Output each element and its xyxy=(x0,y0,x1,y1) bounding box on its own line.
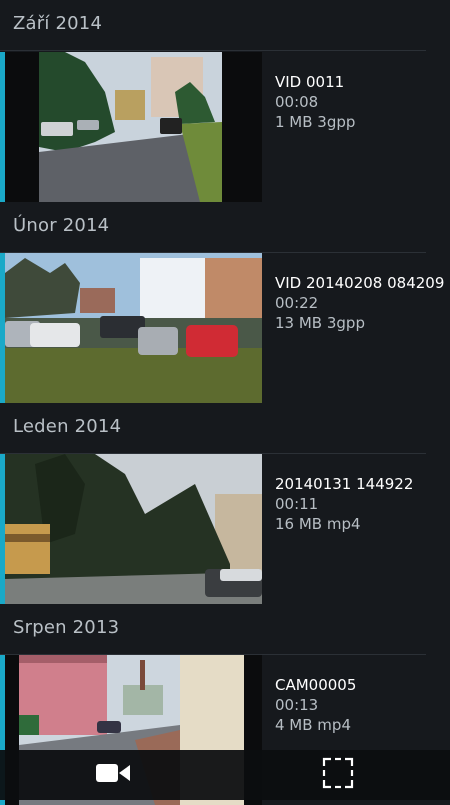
video-thumbnail xyxy=(5,52,262,202)
record-video-button[interactable] xyxy=(0,750,225,800)
video-thumbnail xyxy=(5,253,262,403)
video-meta: VID 0011 00:08 1 MB 3gpp xyxy=(275,72,445,132)
video-item[interactable]: VID 0011 00:08 1 MB 3gpp xyxy=(0,52,450,202)
video-duration: 00:08 xyxy=(275,93,319,111)
video-meta: CAM00005 00:13 4 MB mp4 xyxy=(275,675,445,735)
video-duration: 00:22 xyxy=(275,294,319,312)
video-size: 1 MB 3gpp xyxy=(275,113,356,131)
video-title: CAM00005 xyxy=(275,676,357,694)
video-size: 13 MB 3gpp xyxy=(275,314,365,332)
section-header: Leden 2014 xyxy=(0,403,426,454)
section-header: Září 2014 xyxy=(0,0,426,51)
video-meta: VID 20140208 084209 00:22 13 MB 3gpp xyxy=(275,273,445,333)
video-duration: 00:13 xyxy=(275,696,319,714)
section-header-label: Září 2014 xyxy=(13,13,103,34)
video-title: VID 20140208 084209 xyxy=(275,274,445,292)
video-camera-icon xyxy=(95,761,131,789)
section-header: Únor 2014 xyxy=(0,202,426,253)
section-header-label: Leden 2014 xyxy=(13,416,122,437)
section-header-label: Srpen 2013 xyxy=(13,617,120,638)
video-duration: 00:11 xyxy=(275,495,319,513)
video-thumbnail xyxy=(5,454,262,604)
video-title: VID 0011 xyxy=(275,73,345,91)
select-frame-icon xyxy=(322,757,354,793)
section-header-label: Únor 2014 xyxy=(13,215,110,236)
select-button[interactable] xyxy=(225,750,450,800)
video-size: 16 MB mp4 xyxy=(275,515,361,533)
bottom-toolbar xyxy=(0,750,450,800)
video-item[interactable]: VID 20140208 084209 00:22 13 MB 3gpp xyxy=(0,253,450,403)
video-title: 20140131 144922 xyxy=(275,475,414,493)
section-header: Srpen 2013 xyxy=(0,604,426,655)
video-size: 4 MB mp4 xyxy=(275,716,351,734)
video-item[interactable]: 20140131 144922 00:11 16 MB mp4 xyxy=(0,454,450,604)
video-meta: 20140131 144922 00:11 16 MB mp4 xyxy=(275,474,445,534)
